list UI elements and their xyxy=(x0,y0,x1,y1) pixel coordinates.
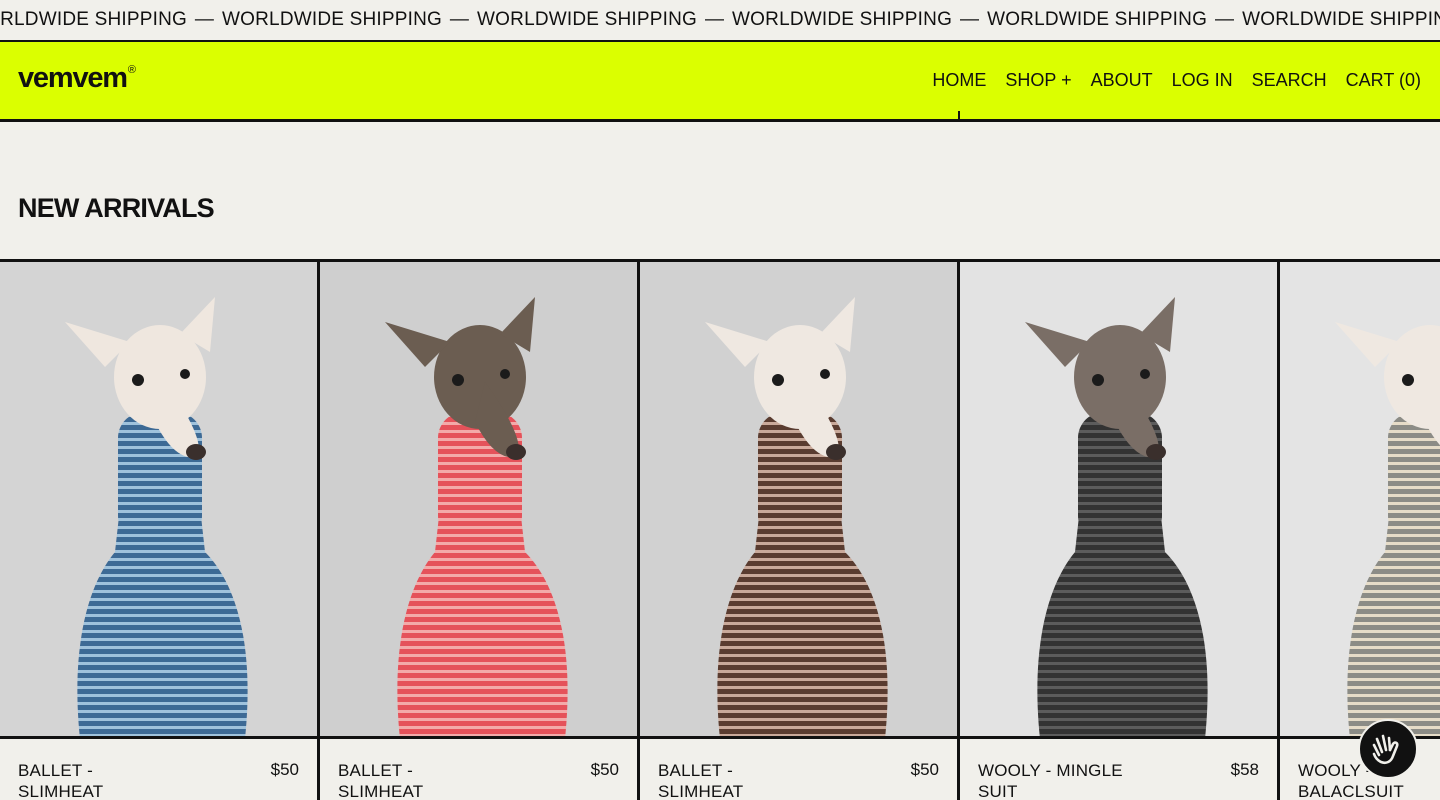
logo-registered-mark: ® xyxy=(127,64,136,76)
product-image[interactable] xyxy=(640,262,957,739)
section-title: NEW ARRIVALS xyxy=(18,193,215,223)
announcement-separator: — xyxy=(1214,9,1235,30)
announcement-separator: — xyxy=(449,9,470,30)
nav-home[interactable]: HOME xyxy=(932,70,986,91)
announcement-text: WORLDWIDE SHIPPING xyxy=(0,9,188,30)
nav-login[interactable]: LOG IN xyxy=(1172,70,1233,91)
nav-active-indicator xyxy=(958,111,960,122)
announcement-text: WORLDWIDE SHIPPING xyxy=(987,9,1208,30)
product-card[interactable]: BALLET - SLIMHEAT $50 xyxy=(640,262,960,800)
product-price: $58 xyxy=(1230,760,1259,779)
product-image[interactable] xyxy=(1280,262,1440,739)
product-card[interactable]: BALLET - SLIMHEAT $50 xyxy=(320,262,640,800)
product-price: $50 xyxy=(910,760,939,779)
announcement-text: WORLDWIDE SHIPPING xyxy=(477,9,698,30)
announcement-text: WORLDWIDE SHIPPING xyxy=(222,9,443,30)
nav-about[interactable]: ABOUT xyxy=(1091,70,1153,91)
logo-text: vemvem xyxy=(18,62,128,94)
wave-hand-icon xyxy=(1372,734,1399,765)
product-name[interactable]: BALLET - SLIMHEAT xyxy=(18,760,178,800)
product-image[interactable] xyxy=(0,262,317,739)
announcement-separator: — xyxy=(959,9,980,30)
product-image[interactable] xyxy=(320,262,637,739)
announcement-separator: — xyxy=(704,9,725,30)
announcement-text: WORLDWIDE SHIPPING xyxy=(1242,9,1440,30)
main-nav: HOME SHOP + ABOUT LOG IN SEARCH CART (0) xyxy=(932,70,1421,91)
nav-shop[interactable]: SHOP + xyxy=(1005,70,1071,91)
product-name[interactable]: BALLET - SLIMHEAT xyxy=(338,760,498,800)
nav-cart[interactable]: CART (0) xyxy=(1346,70,1421,91)
announcement-text: WORLDWIDE SHIPPING xyxy=(732,9,953,30)
chat-button[interactable] xyxy=(1358,719,1418,779)
announcement-separator: — xyxy=(194,9,215,30)
product-card[interactable]: WOOLY - MINGLE SUIT $58 xyxy=(960,262,1280,800)
product-price: $50 xyxy=(590,760,619,779)
site-logo[interactable]: vemvem® xyxy=(18,62,136,95)
product-card[interactable]: BALLET - SLIMHEAT $50 xyxy=(0,262,320,800)
product-grid: BALLET - SLIMHEAT $50 BALLET - SLIMHEAT … xyxy=(0,259,1440,800)
product-name[interactable]: BALLET - SLIMHEAT xyxy=(658,760,818,800)
product-price: $50 xyxy=(270,760,299,779)
site-header: vemvem® HOME SHOP + ABOUT LOG IN SEARCH … xyxy=(0,42,1440,122)
product-card[interactable]: WOOLY - BALACLSUIT xyxy=(1280,262,1440,800)
announcement-track: WORLDWIDE SHIPPING — WORLDWIDE SHIPPING — WO… xyxy=(0,9,1440,31)
nav-search[interactable]: SEARCH xyxy=(1252,70,1327,91)
announcement-bar: WORLDWIDE SHIPPING — WORLDWIDE SHIPPING — WO… xyxy=(0,0,1440,42)
product-name[interactable]: WOOLY - MINGLE SUIT xyxy=(978,760,1138,800)
product-image[interactable] xyxy=(960,262,1277,739)
